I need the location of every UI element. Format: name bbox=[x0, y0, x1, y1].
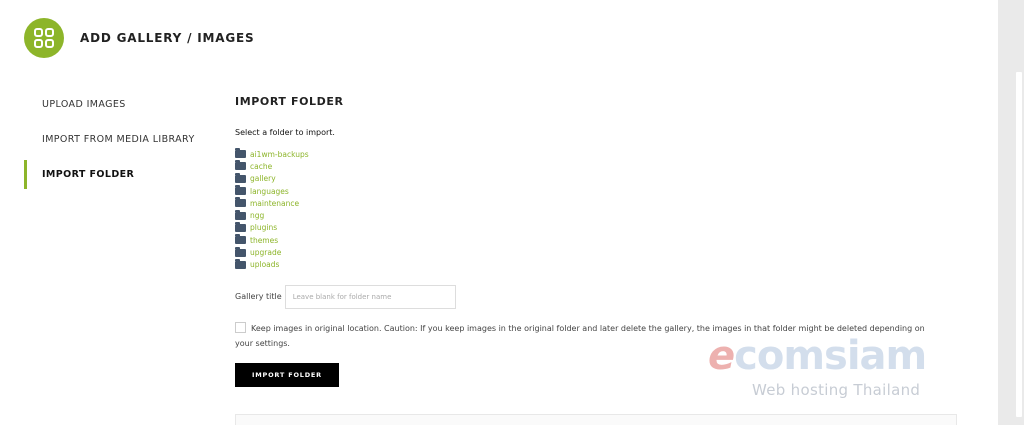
section-title: IMPORT FOLDER bbox=[235, 95, 344, 108]
import-folder-button[interactable]: IMPORT FOLDER bbox=[235, 362, 339, 387]
folder-name[interactable]: plugins bbox=[250, 223, 277, 232]
folder-item[interactable]: cache bbox=[235, 160, 957, 172]
folder-name[interactable]: maintenance bbox=[250, 199, 299, 208]
keep-images-label: Keep images in original location. Cautio… bbox=[235, 323, 925, 348]
folder-icon bbox=[235, 172, 246, 183]
folder-item[interactable]: upgrade bbox=[235, 246, 957, 258]
page: ADD GALLERY / IMAGES UPLOAD IMAGES IMPOR… bbox=[0, 0, 998, 425]
folder-name[interactable]: themes bbox=[250, 236, 278, 245]
nav-item-import-media-library[interactable]: IMPORT FROM MEDIA LIBRARY bbox=[24, 122, 214, 157]
folder-icon bbox=[235, 258, 246, 269]
folder-name[interactable]: gallery bbox=[250, 174, 276, 183]
intro-text: Select a folder to import. bbox=[235, 128, 335, 137]
folder-icon bbox=[235, 234, 246, 245]
gallery-title-input[interactable] bbox=[284, 284, 456, 309]
nav-item-import-folder[interactable]: IMPORT FOLDER bbox=[24, 157, 214, 192]
folder-item[interactable]: ngg bbox=[235, 209, 957, 221]
folder-item[interactable]: ai1wm-backups bbox=[235, 148, 957, 160]
gallery-title-row: Gallery title bbox=[235, 284, 957, 309]
folder-icon bbox=[235, 209, 246, 220]
page-title: ADD GALLERY / IMAGES bbox=[80, 31, 255, 45]
page-header: ADD GALLERY / IMAGES bbox=[24, 18, 254, 58]
folder-item[interactable]: languages bbox=[235, 185, 957, 197]
folder-name[interactable]: ngg bbox=[250, 211, 264, 220]
folder-list: ai1wm-backups cache gallery languages ma… bbox=[235, 148, 957, 271]
side-nav: UPLOAD IMAGES IMPORT FROM MEDIA LIBRARY … bbox=[24, 87, 214, 192]
gallery-title-label: Gallery title bbox=[235, 292, 282, 302]
grid-icon bbox=[24, 18, 64, 58]
folder-name[interactable]: ai1wm-backups bbox=[250, 150, 309, 159]
folder-item[interactable]: maintenance bbox=[235, 197, 957, 209]
folder-icon bbox=[235, 148, 246, 159]
folder-name[interactable]: uploads bbox=[250, 260, 279, 269]
keep-images-row: Keep images in original location. Cautio… bbox=[235, 321, 957, 351]
main-content: IMPORT FOLDER Select a folder to import.… bbox=[235, 95, 957, 387]
folder-item[interactable]: plugins bbox=[235, 221, 957, 234]
bottom-panel bbox=[235, 414, 957, 425]
folder-icon bbox=[235, 160, 246, 171]
folder-icon bbox=[235, 221, 246, 232]
folder-name[interactable]: languages bbox=[250, 187, 289, 196]
folder-item[interactable]: uploads bbox=[235, 258, 957, 271]
folder-item[interactable]: gallery bbox=[235, 172, 957, 185]
folder-name[interactable]: cache bbox=[250, 162, 272, 171]
folder-item[interactable]: themes bbox=[235, 234, 957, 246]
scrollbar-thumb[interactable] bbox=[1016, 72, 1022, 417]
folder-icon bbox=[235, 185, 246, 196]
nav-item-upload-images[interactable]: UPLOAD IMAGES bbox=[24, 87, 214, 122]
folder-icon bbox=[235, 246, 246, 257]
folder-icon bbox=[235, 197, 246, 208]
folder-name[interactable]: upgrade bbox=[250, 248, 281, 257]
